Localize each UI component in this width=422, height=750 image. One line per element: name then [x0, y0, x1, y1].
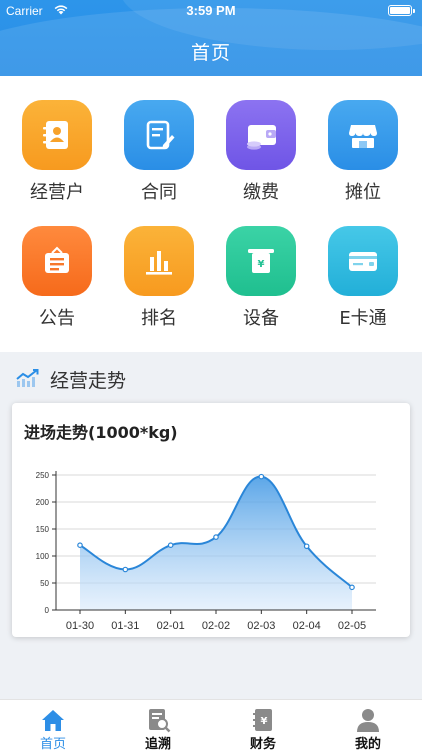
battery-icon — [388, 5, 415, 16]
section-header: 经营走势 — [0, 352, 422, 402]
tile-5 — [124, 226, 194, 296]
data-point — [122, 566, 129, 573]
area-chart: 0 50 100 150 200 250 01-30 01-31 02-01 02-02 02-0… — [36, 471, 376, 632]
notice-board-icon — [45, 246, 69, 273]
data-point — [258, 473, 265, 480]
tab-finance[interactable]: ¥ 财务 — [213, 700, 313, 750]
tab-home[interactable]: 首页 — [3, 700, 103, 750]
tab-label: 财务 — [249, 737, 276, 750]
y-tick-label: 100 — [36, 552, 50, 561]
trend-chart-icon — [16, 368, 40, 392]
x-tick-label: 02-04 — [293, 620, 321, 632]
tile-7 — [328, 226, 398, 296]
trace-doc-icon — [149, 709, 171, 733]
tile-0 — [22, 100, 92, 170]
home-icon — [42, 710, 64, 731]
grid-item-label: 设备 — [243, 308, 279, 329]
grid-item-label: E卡通 — [339, 308, 387, 329]
x-tick-label: 02-01 — [157, 620, 185, 632]
grid-item-payment[interactable]: 缴费 — [216, 76, 306, 203]
tab-label: 追溯 — [144, 737, 171, 750]
y-tick-label: 0 — [45, 606, 50, 615]
card-icon — [349, 252, 377, 271]
storefront-icon — [349, 125, 377, 148]
tile-4 — [22, 226, 92, 296]
page-title: 首页 — [190, 42, 231, 64]
x-tick-label: 01-30 — [66, 620, 94, 632]
y-tick-label: 200 — [36, 498, 50, 507]
data-point — [349, 584, 355, 591]
x-tick-label: 02-05 — [338, 620, 366, 632]
grid-item-ecard[interactable]: E卡通 — [318, 202, 408, 329]
grid-item-label: 公告 — [39, 308, 75, 329]
x-axis: 01-30 01-31 02-01 02-02 02-03 02-04 02-05 — [66, 610, 366, 632]
grid-item-device[interactable]: ¥ 设备 — [216, 202, 306, 329]
x-tick-label: 02-03 — [247, 620, 275, 632]
contact-book-icon — [43, 121, 68, 149]
grid-item-label: 经营户 — [30, 182, 84, 203]
tab-bar: 首页 追溯 ¥ 财务 我的 — [0, 699, 422, 750]
data-point — [213, 534, 219, 540]
feature-grid: 经营户 合同 缴费 摊位 公告 排名 ¥ 设备 E卡通 — [0, 76, 422, 352]
tab-label: 首页 — [39, 737, 66, 750]
grid-item-ranking[interactable]: 排名 — [114, 202, 204, 329]
x-tick-label: 01-31 — [111, 620, 139, 632]
grid-item-stall[interactable]: 摊位 — [318, 76, 408, 203]
tile-3 — [328, 100, 398, 170]
tab-mine[interactable]: 我的 — [318, 700, 418, 750]
y-tick-label: 250 — [36, 471, 50, 480]
grid-item-contract[interactable]: 合同 — [114, 76, 204, 203]
section-title: 经营走势 — [50, 370, 127, 392]
grid-item-label: 缴费 — [243, 182, 279, 203]
yuan-terminal-icon: ¥ — [248, 249, 274, 273]
data-point — [167, 542, 174, 549]
tile-1 — [124, 100, 194, 170]
header: Carrier 3:59 PM 首页 — [0, 0, 422, 76]
wallet-coins-icon — [247, 125, 276, 150]
x-tick-label: 02-02 — [202, 620, 230, 632]
user-icon — [357, 709, 379, 732]
data-point — [303, 543, 310, 550]
grid-item-label: 合同 — [141, 182, 177, 203]
bar-ranking-icon — [146, 251, 172, 275]
y-axis: 0 50 100 150 200 250 — [36, 471, 56, 615]
grid-item-notice[interactable]: 公告 — [12, 202, 102, 329]
y-tick-label: 150 — [36, 525, 50, 534]
tile-6: ¥ — [226, 226, 296, 296]
trend-chart-card: 进场走势(1000*kg) 0 50 100 150 200 250 01-30 01-31… — [12, 403, 410, 637]
clock: 3:59 PM — [186, 3, 236, 18]
tab-label: 我的 — [354, 737, 381, 750]
tile-2 — [226, 100, 296, 170]
grid-item-label: 摊位 — [345, 182, 381, 203]
status-bar: Carrier 3:59 PM — [0, 0, 422, 22]
grid-item-operators[interactable]: 经营户 — [12, 76, 102, 203]
data-point — [77, 542, 83, 549]
y-tick-label: 50 — [40, 579, 49, 588]
grid-item-label: 排名 — [141, 308, 177, 329]
tab-trace[interactable]: 追溯 — [108, 700, 208, 750]
contract-edit-icon — [146, 120, 175, 150]
svg-text:¥: ¥ — [258, 259, 265, 270]
chart-area — [80, 476, 352, 610]
finance-ledger-icon: ¥ — [253, 709, 272, 731]
svg-text:¥: ¥ — [261, 716, 268, 727]
